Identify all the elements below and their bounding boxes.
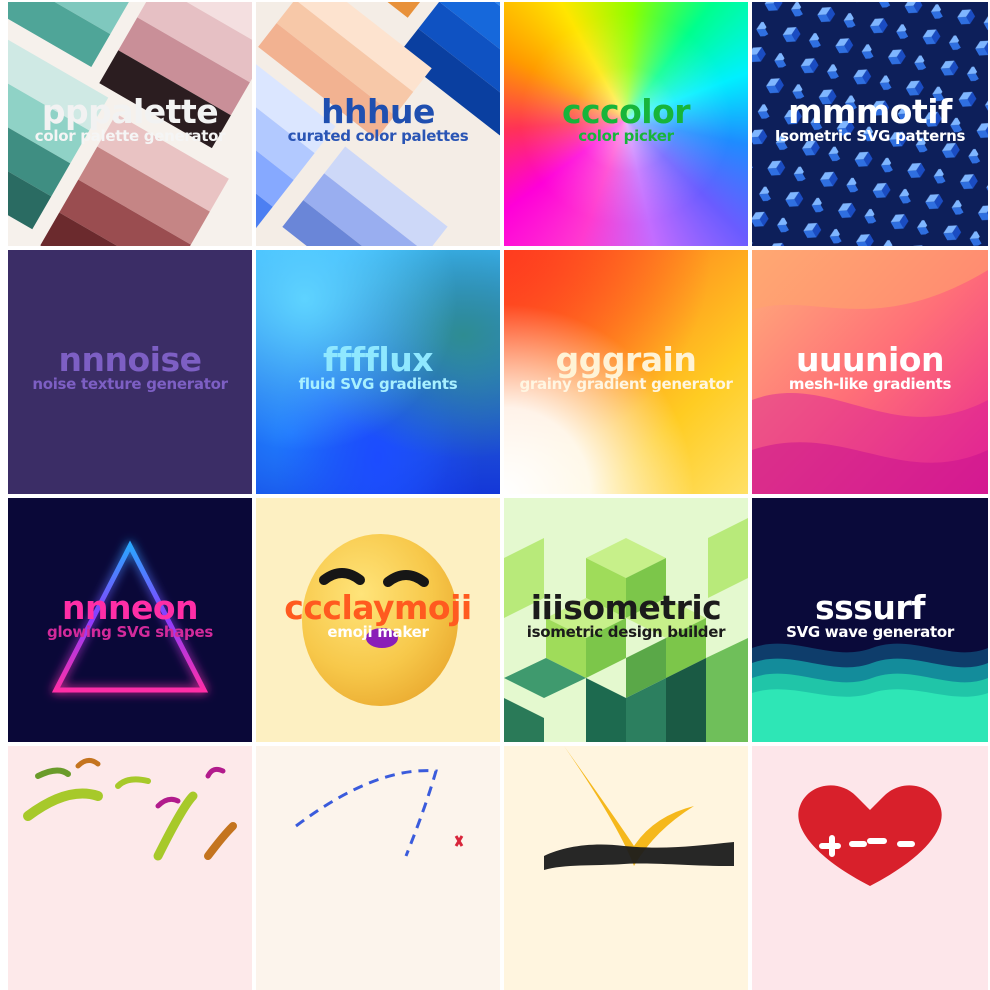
emoji-face-artwork — [302, 534, 458, 706]
color-wheel-artwork — [504, 2, 748, 246]
tile-nnnoise[interactable]: nnnoise noise texture generator — [8, 250, 252, 494]
tile-title: nnnoise — [58, 340, 203, 379]
tile-subtitle: fluid SVG gradients — [298, 375, 458, 393]
tile-uuunion[interactable]: uuunion mesh-like gradients — [752, 250, 988, 494]
tools-grid: pppalette color palette generator hhhue … — [8, 2, 988, 990]
tile-heart[interactable] — [752, 746, 988, 990]
isometric-cubes-artwork — [752, 2, 988, 246]
brush-strokes-artwork — [23, 758, 237, 861]
tile-label: gggrain grainy gradient generator — [504, 340, 748, 394]
tile-gggrain[interactable]: gggrain grainy gradient generator — [504, 250, 748, 494]
dashed-path-artwork — [295, 769, 464, 857]
mesh-waves-artwork — [752, 250, 988, 494]
sparkle-artwork — [544, 746, 734, 870]
tile-title: gggrain — [555, 340, 697, 379]
tile-nnneon[interactable]: nnneon glowing SVG shapes — [8, 498, 252, 742]
tile-label: fffflux fluid SVG gradients — [256, 340, 500, 394]
tile-mmmotif[interactable]: mmmotif Isometric SVG patterns — [752, 2, 988, 246]
tile-subtitle: noise texture generator — [32, 375, 228, 393]
heart-artwork — [798, 785, 942, 886]
palette-stripes-artwork — [8, 2, 252, 246]
tile-hhhue[interactable]: hhhue curated color palettes — [256, 2, 500, 246]
tile-label: nnnoise noise texture generator — [8, 340, 252, 394]
tile-pppalette[interactable]: pppalette color palette generator — [8, 2, 252, 246]
tile-title: fffflux — [322, 340, 434, 379]
surf-waves-artwork — [752, 643, 988, 742]
tile-ccclaymoji[interactable]: ccclaymoji emoji maker — [256, 498, 500, 742]
tile-cccolor[interactable]: cccolor color picker — [504, 2, 748, 246]
tile-dashed-path[interactable] — [256, 746, 500, 990]
tile-brush-strokes[interactable] — [8, 746, 252, 990]
hue-palette-artwork — [256, 2, 500, 246]
tile-iiisometric[interactable]: iiisometric isometric design builder — [504, 498, 748, 742]
tile-sssurf[interactable]: sssurf SVG wave generator — [752, 498, 988, 742]
tile-subtitle: grainy gradient generator — [519, 375, 733, 393]
tile-sparkle[interactable] — [504, 746, 748, 990]
isometric-blocks-artwork — [504, 518, 748, 742]
tile-fffflux[interactable]: fffflux fluid SVG gradients — [256, 250, 500, 494]
neon-triangle-artwork — [51, 540, 209, 693]
